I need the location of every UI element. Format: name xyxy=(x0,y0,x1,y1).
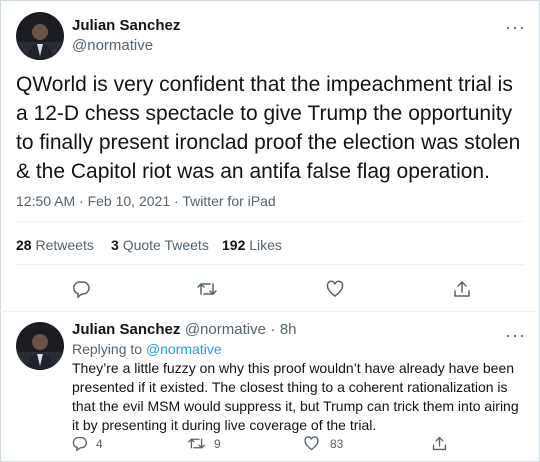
share-icon[interactable] xyxy=(452,279,472,299)
reply-icon[interactable] xyxy=(71,435,88,452)
reply-reply-action[interactable]: 4 xyxy=(71,435,103,452)
retweet-icon[interactable] xyxy=(196,279,218,299)
reply-author-avatar[interactable] xyxy=(16,322,64,370)
more-options-button[interactable]: ··· xyxy=(505,18,526,36)
likes-stat[interactable]: 192 Likes xyxy=(222,237,282,253)
author-handle[interactable]: @normative xyxy=(72,37,153,54)
like-count: 83 xyxy=(330,436,344,451)
reply-more-options-button[interactable]: ··· xyxy=(505,326,526,344)
author-name[interactable]: Julian Sanchez xyxy=(72,17,180,34)
retweets-stat[interactable]: 28 Retweets xyxy=(16,237,94,253)
reply-separator: · xyxy=(270,321,276,338)
retweets-count: 28 xyxy=(16,237,32,253)
retweet-count: 9 xyxy=(214,436,221,451)
replying-to-handle[interactable]: @normative xyxy=(146,341,222,357)
reply-like-action[interactable]: 83 xyxy=(303,435,343,452)
divider xyxy=(0,311,538,312)
retweet-icon[interactable] xyxy=(187,435,206,452)
tweet-metadata: 12:50 AM · Feb 10, 2021 · Twitter for iP… xyxy=(16,193,276,209)
reply-retweet-action[interactable]: 9 xyxy=(187,435,221,452)
likes-count: 192 xyxy=(222,237,246,253)
reply-text: They’re a little fuzzy on why this proof… xyxy=(72,360,519,433)
like-icon[interactable] xyxy=(303,435,320,452)
tweet-client[interactable]: Twitter for iPad xyxy=(182,193,275,209)
tweet-text: QWorld is very confident that the impeac… xyxy=(16,73,521,183)
replying-to-label: Replying to xyxy=(72,341,143,357)
tweet-timestamp[interactable]: 12:50 AM · Feb 10, 2021 xyxy=(16,193,170,209)
reply-author-handle[interactable]: @normative xyxy=(185,321,266,338)
share-icon[interactable] xyxy=(431,435,448,452)
reply-count: 4 xyxy=(96,436,103,451)
quote-tweets-count: 3 xyxy=(111,237,119,253)
quote-tweets-stat[interactable]: 3 Quote Tweets xyxy=(111,237,209,253)
replying-to: Replying to @normative xyxy=(72,341,222,357)
reply-icon[interactable] xyxy=(71,279,91,299)
retweets-label: Retweets xyxy=(35,237,94,253)
divider xyxy=(16,264,524,265)
quote-tweets-label: Quote Tweets xyxy=(122,237,209,253)
author-avatar[interactable] xyxy=(16,12,64,60)
divider xyxy=(16,221,524,222)
likes-label: Likes xyxy=(249,237,282,253)
reply-author-name[interactable]: Julian Sanchez xyxy=(72,321,180,338)
reply-header: Julian Sanchez @normative · 8h xyxy=(72,321,297,339)
like-icon[interactable] xyxy=(325,279,345,299)
reply-timestamp[interactable]: 8h xyxy=(280,321,297,338)
